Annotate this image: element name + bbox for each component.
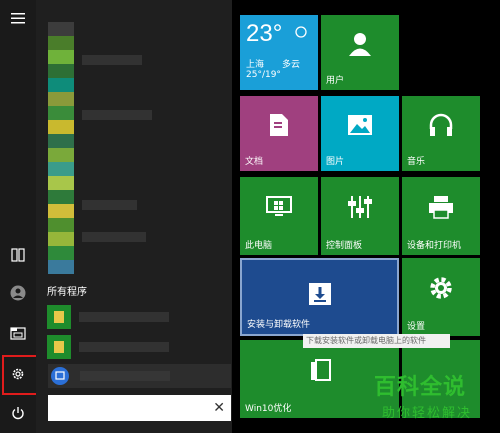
user-icon [349, 32, 371, 56]
close-icon[interactable]: ✕ [213, 399, 225, 417]
app-list-panel: 所有程序 ✕ [36, 0, 232, 433]
control-panel-tile[interactable]: 控制面板 [321, 177, 399, 255]
power-icon [12, 407, 24, 420]
tile-label: 图片 [326, 157, 345, 167]
document-icon [270, 113, 288, 136]
this-pc-tile[interactable]: 此电脑 [240, 177, 318, 255]
user-icon [10, 285, 26, 301]
file-explorer-icon [10, 327, 26, 340]
watermark-subtitle: 助你轻松解决 [382, 406, 473, 421]
power-button[interactable] [0, 395, 36, 431]
tile-label: 设置 [407, 322, 426, 332]
settings-tile[interactable]: 设置 [402, 258, 480, 336]
weather-temperature: 23° [246, 20, 283, 47]
printer-icon [429, 195, 453, 219]
blurred-app-icons [48, 22, 74, 276]
user-account-button[interactable] [0, 275, 36, 311]
blurred-app-name [82, 55, 142, 65]
hamburger-menu-button[interactable] [0, 0, 36, 36]
tablet-mode-icon [11, 248, 25, 262]
tile-label: 此电脑 [245, 241, 273, 251]
documents-tile[interactable]: 文档 [240, 96, 318, 171]
tablet-mode-button[interactable] [0, 237, 36, 273]
list-item[interactable] [48, 364, 231, 388]
search-input[interactable]: ✕ [48, 395, 231, 421]
weather-range: 25°/19° [246, 70, 281, 80]
user-tile[interactable]: 用户 [321, 15, 399, 90]
weather-tile[interactable]: 23° 上海 多云 25°/19° [240, 15, 318, 90]
picture-icon [348, 114, 372, 135]
gear-icon [430, 276, 452, 299]
app-icon [47, 305, 71, 329]
tooltip: 下载安装软件或卸载电脑上的软件 [303, 334, 450, 348]
blurred-app-name [80, 371, 170, 381]
weather-city: 上海 [246, 60, 265, 70]
tile-label: 安装与卸载软件 [247, 320, 311, 330]
sun-icon [295, 26, 307, 38]
blurred-app-name [79, 342, 169, 352]
optimize-icon [310, 358, 331, 381]
download-box-icon [308, 283, 331, 306]
sliders-icon [348, 195, 372, 218]
blurred-app-name [79, 312, 169, 322]
blurred-app-name [82, 232, 146, 242]
tile-label: 设备和打印机 [407, 241, 462, 251]
folder-icon [54, 341, 64, 353]
app-circle-icon [51, 367, 69, 385]
headphones-icon [429, 113, 453, 136]
app-icon [48, 364, 72, 388]
app-icon [47, 335, 71, 359]
blurred-app-name [82, 110, 152, 120]
music-tile[interactable]: 音乐 [402, 96, 480, 171]
file-explorer-button[interactable] [0, 315, 36, 351]
printers-tile[interactable]: 设备和打印机 [402, 177, 480, 255]
tile-label: 文档 [245, 157, 264, 167]
watermark-logo: 百科全说 助你轻松解决 [364, 366, 494, 426]
weather-condition: 多云 [282, 60, 301, 70]
menu-icon [11, 13, 25, 24]
watermark-title: 百科全说 [374, 375, 467, 400]
blurred-app-name [82, 200, 137, 210]
list-item[interactable] [47, 305, 227, 329]
computer-icon [266, 195, 292, 216]
install-uninstall-tile[interactable]: 安装与卸载软件 [240, 258, 399, 336]
tile-label: 音乐 [407, 157, 426, 167]
tile-label: Win10优化 [245, 404, 292, 414]
folder-icon [54, 311, 64, 323]
tile-label: 用户 [326, 76, 345, 86]
list-item[interactable] [47, 335, 227, 359]
tile-label: 控制面板 [326, 241, 363, 251]
pictures-tile[interactable]: 图片 [321, 96, 399, 171]
all-programs-heading[interactable]: 所有程序 [47, 283, 87, 298]
